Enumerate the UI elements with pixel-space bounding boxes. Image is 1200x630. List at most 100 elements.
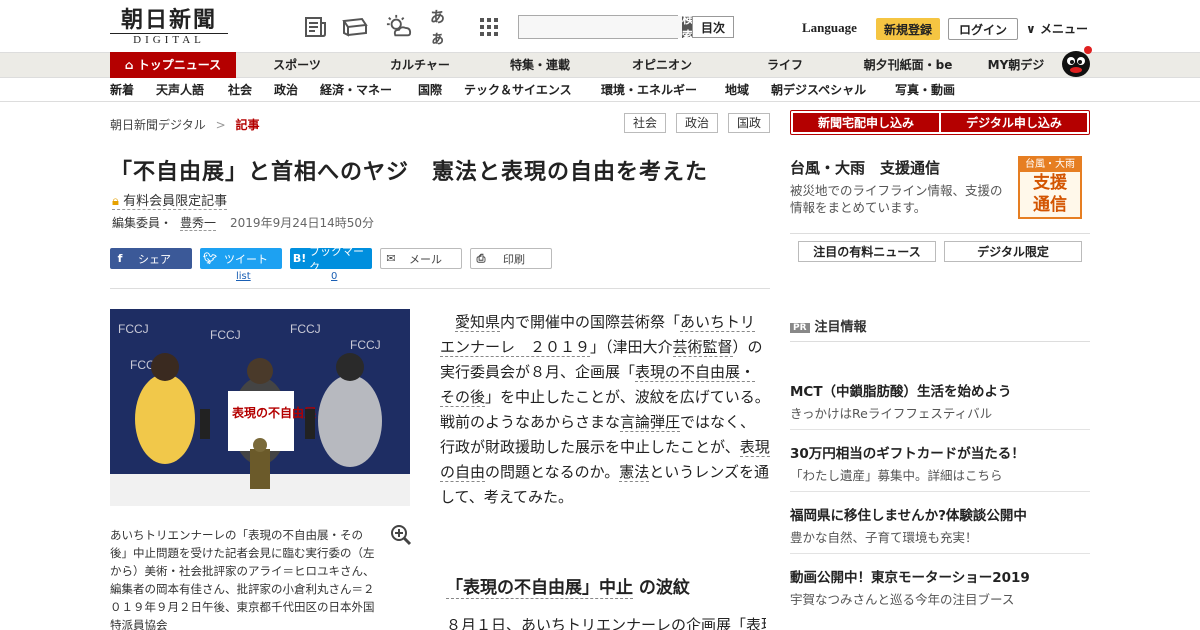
menu-button[interactable]: ∨ メニュー: [1026, 20, 1088, 37]
tag-society[interactable]: 社会: [624, 113, 666, 133]
body-text: 内で開催中の国際芸術祭「: [500, 313, 681, 331]
subnav-item-special[interactable]: 朝デジスペシャル: [771, 78, 866, 102]
subnav-item-tech[interactable]: テック＆サイエンス: [464, 78, 572, 102]
language-link[interactable]: Language: [802, 20, 857, 36]
zoom-in-icon[interactable]: [390, 524, 412, 551]
grid-menu-icon[interactable]: [476, 14, 502, 40]
mail-icon: ✉: [386, 252, 396, 265]
divider: [790, 429, 1090, 430]
twitter-share-label: ツイート: [224, 252, 268, 266]
nav-item-my-asadigi[interactable]: MY朝デジ: [980, 53, 1052, 77]
paper-icon[interactable]: [342, 14, 368, 40]
nav-item-features[interactable]: 特集・連載: [492, 53, 588, 77]
logo-top-text: 朝日新聞: [120, 7, 217, 33]
keyword-link[interactable]: 愛知県: [455, 313, 501, 332]
pr-item-title[interactable]: MCT（中鎖脂肪酸）生活を始めよう: [790, 380, 1012, 400]
pr-item-desc[interactable]: きっかけはReライフフェスティバル: [790, 403, 992, 422]
digital-subscribe-button[interactable]: デジタル申し込み: [941, 113, 1087, 132]
print-button[interactable]: ⎙ 印刷: [470, 248, 552, 269]
article-title: 「不自由展」と首相へのヤジ 憲法と表現の自由を考えた: [110, 160, 709, 185]
article-photo[interactable]: FCCJ FCCJ FCCJ FCCJ FCCJ 表現の不自由展: [110, 309, 410, 506]
typhoon-support-title[interactable]: 台風・大雨 支援通信: [790, 157, 940, 178]
newspaper-icon[interactable]: [302, 14, 328, 40]
register-button[interactable]: 新規登録: [876, 18, 940, 40]
subnav-item-region[interactable]: 地域: [725, 78, 749, 102]
twitter-share-button[interactable]: 🐦︎ ツイート: [200, 248, 282, 269]
subnav-item-politics[interactable]: 政治: [274, 78, 298, 102]
badge-line-2: 通信: [1033, 195, 1067, 215]
pr-badge: PR: [790, 323, 810, 333]
paid-news-button[interactable]: 注目の有料ニュース: [798, 241, 936, 262]
logo-bottom-text: DIGITAL: [110, 33, 228, 47]
facebook-share-button[interactable]: f シェア: [110, 248, 192, 269]
subnav-item-international[interactable]: 国際: [418, 78, 442, 102]
divider: [790, 341, 1090, 342]
nav-item-sports[interactable]: スポーツ: [254, 53, 340, 77]
pr-item-desc[interactable]: 「わたし遺産」募集中。詳細はこちら: [790, 465, 1003, 484]
menu-label: メニュー: [1039, 22, 1088, 36]
search-input[interactable]: [519, 16, 682, 38]
pr-item-desc[interactable]: 豊かな自然、子育て環境も充実！: [790, 527, 978, 546]
digital-only-button[interactable]: デジタル限定: [944, 241, 1082, 262]
home-icon: ⌂: [124, 58, 134, 72]
font-size-icon[interactable]: あぁ: [430, 8, 456, 47]
subnav-item-new[interactable]: 新着: [110, 78, 134, 102]
article-body-continued: ８月１日、あいちトリエンナーレの企画展「表現の不自由展: [446, 616, 766, 630]
article-body: 愛知県内で開催中の国際芸術祭「あいちトリエンナーレ ２０１９」（津田大介芸術監督…: [440, 310, 770, 510]
divider: [110, 288, 770, 289]
body-text: 」（津田大介: [590, 338, 673, 356]
breadcrumb-home[interactable]: 朝日新聞デジタル: [110, 118, 206, 132]
breadcrumb: 朝日新聞デジタル > 記事: [110, 116, 260, 133]
mascot-icon[interactable]: [1058, 44, 1094, 78]
tag-government[interactable]: 国政: [728, 113, 770, 133]
nav-item-opinion[interactable]: オピニオン: [614, 53, 710, 77]
body-text: の問題となるのか。: [485, 463, 620, 481]
print-label: 印刷: [503, 252, 525, 266]
members-only-label: 有料会員限定記事: [123, 194, 228, 209]
subnav-item-tenseijingo[interactable]: 天声人語: [156, 78, 204, 102]
hatena-icon: B!: [292, 252, 307, 265]
sub-nav: 新着 天声人語 社会 政治 経済・マネー 国際 テック＆サイエンス 環境・エネル…: [0, 78, 1200, 102]
nav-item-print-edition[interactable]: 朝夕刊紙面・be: [848, 53, 968, 77]
typhoon-support-badge[interactable]: 台風・大雨 支援 通信: [1018, 156, 1082, 219]
weather-icon[interactable]: [386, 14, 412, 40]
login-button[interactable]: ログイン: [948, 18, 1018, 40]
newspaper-subscribe-button[interactable]: 新聞宅配申し込み: [793, 113, 939, 132]
mail-button[interactable]: ✉ メール: [380, 248, 462, 269]
keyword-link[interactable]: 言論弾圧: [620, 413, 681, 432]
keyword-link[interactable]: 憲法: [619, 463, 650, 482]
nav-item-culture[interactable]: カルチャー: [372, 53, 468, 77]
pr-item-title[interactable]: 動画公開中！東京モーターショー2019: [790, 566, 1030, 586]
facebook-icon: f: [117, 252, 123, 265]
pr-item-title[interactable]: 30万円相当のギフトカードが当たる！: [790, 442, 1025, 462]
keyword-link[interactable]: 芸術監督: [672, 338, 733, 357]
printer-icon: ⎙: [476, 251, 486, 265]
subnav-item-environment[interactable]: 環境・エネルギー: [601, 78, 697, 102]
hatena-bookmark-button[interactable]: B! ブックマーク: [290, 245, 372, 274]
subnav-item-economy[interactable]: 経済・マネー: [320, 78, 392, 102]
contents-button[interactable]: 目次: [692, 16, 734, 38]
search-box: 検 索: [518, 12, 695, 43]
subnav-item-society[interactable]: 社会: [228, 78, 252, 102]
pr-item-desc[interactable]: 宇賀なつみさんと巡る今年の注目ブース: [790, 589, 1014, 608]
members-only-link[interactable]: 🔒︎ 有料会員限定記事: [112, 190, 228, 210]
nav-item-life[interactable]: ライフ: [740, 53, 830, 77]
photo-caption: あいちトリエンナーレの「表現の不自由展・その後」中止問題を受けた記者会見に臨む実…: [110, 528, 375, 630]
hatena-count-link[interactable]: 0: [331, 271, 337, 282]
pr-item-title[interactable]: 福岡県に移住しませんか?体験談公開中: [790, 504, 1027, 524]
divider: [790, 233, 1090, 234]
tag-politics[interactable]: 政治: [676, 113, 718, 133]
author-link[interactable]: 豊秀一: [180, 216, 217, 231]
nav-item-top-news[interactable]: ⌂ トップニュース: [110, 52, 236, 78]
photo-logo: FCCJ: [350, 338, 381, 352]
twitter-count-link[interactable]: list: [236, 271, 251, 282]
site-header: 朝日新聞 DIGITAL あぁ 検 索 目次 Language 新規登録 ログイ…: [0, 0, 1200, 52]
photo-logo: FCCJ: [210, 328, 241, 342]
site-logo[interactable]: 朝日新聞 DIGITAL: [110, 8, 228, 46]
breadcrumb-current: 記事: [235, 118, 260, 132]
subheading-link[interactable]: 「表現の不自由展」中止: [446, 578, 633, 599]
facebook-share-label: シェア: [138, 252, 171, 266]
subnav-item-photo-video[interactable]: 写真・動画: [895, 78, 955, 102]
chevron-down-icon: ∨: [1026, 22, 1036, 36]
breadcrumb-separator: >: [215, 118, 226, 132]
